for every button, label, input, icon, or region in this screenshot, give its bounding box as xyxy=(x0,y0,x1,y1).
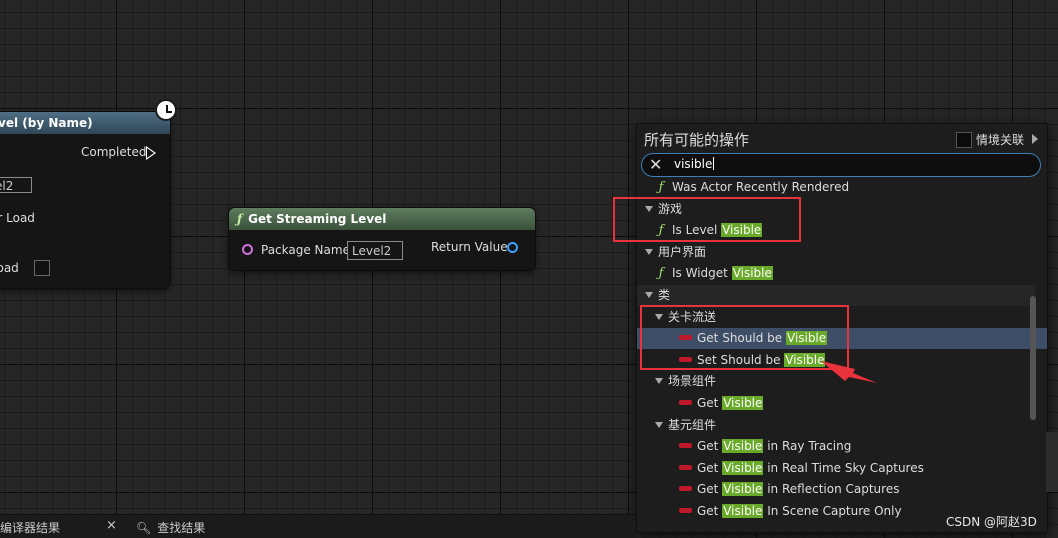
make-visible-after-load-label: er Load xyxy=(0,211,35,225)
expand-triangle-icon[interactable] xyxy=(655,378,663,385)
context-arrow-icon[interactable] xyxy=(1032,134,1038,144)
node-title: Get Streaming Level xyxy=(248,212,387,226)
block-on-load-checkbox[interactable] xyxy=(34,260,50,276)
search-highlight: Visible xyxy=(722,439,764,454)
annotation-box-game xyxy=(613,197,801,242)
annotation-arrow-icon xyxy=(821,361,877,383)
item-label: Get xyxy=(697,396,723,410)
list-scrollbar[interactable] xyxy=(1030,296,1036,420)
context-sensitive-label: 情境关联 xyxy=(976,133,1025,147)
search-highlight: Visible xyxy=(722,482,764,497)
return-value-pin[interactable] xyxy=(507,242,518,253)
search-icon: 🔍︎ xyxy=(136,521,152,535)
latent-clock-icon xyxy=(155,99,177,121)
side-panel-edge xyxy=(1046,432,1058,492)
expand-triangle-icon[interactable] xyxy=(655,421,663,428)
load-stream-level-node[interactable]: vel (by Name) Completed el2 er Load Load xyxy=(0,112,170,288)
action-item[interactable]: Get Visible in Reflection Captures xyxy=(637,479,1047,500)
search-box[interactable]: ✕ visible xyxy=(641,153,1041,177)
node-title: vel (by Name) xyxy=(0,112,170,134)
category-label: 基元组件 xyxy=(668,417,717,432)
category-label: 类 xyxy=(658,288,671,302)
variable-pin-icon xyxy=(679,508,692,513)
completed-pin-label: Completed xyxy=(81,145,147,159)
context-sensitive-checkbox[interactable] xyxy=(956,132,972,148)
watermark: CSDN @阿赵3D xyxy=(946,515,1037,529)
package-name-input[interactable]: Level2 xyxy=(347,241,403,260)
palette-title: 所有可能的操作 xyxy=(644,131,750,149)
category-row[interactable]: 类 xyxy=(637,285,1035,306)
node-title-row: ƒ Get Streaming Level xyxy=(229,208,535,230)
clear-search-icon[interactable]: ✕ xyxy=(649,155,662,175)
variable-pin-icon xyxy=(679,443,692,449)
close-tab-icon[interactable]: × xyxy=(106,518,117,533)
tab-compiler-results[interactable]: 编译器结果 xyxy=(0,519,60,536)
search-highlight: Visible xyxy=(731,266,773,281)
variable-pin-icon xyxy=(679,486,692,492)
action-item[interactable]: Get Visible in Real Time Sky Captures xyxy=(637,458,1047,479)
item-label: Is Widget xyxy=(672,266,732,281)
item-label: Get xyxy=(697,504,723,518)
return-value-label: Return Value xyxy=(431,240,508,254)
action-item[interactable]: Get Visible xyxy=(637,393,1047,414)
function-icon: ƒ xyxy=(658,266,664,282)
category-row[interactable]: 基元组件 xyxy=(637,415,1045,436)
level-name-input[interactable]: el2 xyxy=(0,177,32,193)
function-icon: ƒ xyxy=(237,212,243,226)
category-label: 用户界面 xyxy=(658,244,707,259)
search-highlight: Visible xyxy=(722,396,764,410)
item-label-suffix: in Ray Tracing xyxy=(763,439,852,454)
item-label-suffix: in Reflection Captures xyxy=(763,482,900,497)
search-highlight: Visible xyxy=(722,504,764,518)
get-streaming-level-node[interactable]: ƒ Get Streaming Level Package Name Level2… xyxy=(229,208,535,270)
function-icon: ƒ xyxy=(658,180,664,195)
package-name-label: Package Name xyxy=(261,243,350,257)
item-label: Get xyxy=(697,482,723,497)
expand-triangle-icon[interactable] xyxy=(645,292,653,298)
category-label: 场景组件 xyxy=(668,374,717,389)
variable-pin-icon xyxy=(679,464,692,470)
item-label-suffix: In Scene Capture Only xyxy=(763,504,902,518)
completed-exec-pin[interactable] xyxy=(146,146,156,160)
item-label: Get xyxy=(697,460,723,475)
should-block-on-load-label: Load xyxy=(0,261,19,275)
item-label-suffix: in Real Time Sky Captures xyxy=(763,460,924,475)
package-name-pin[interactable] xyxy=(242,244,253,255)
search-input[interactable]: visible xyxy=(674,157,715,171)
variable-pin-icon xyxy=(679,400,692,405)
action-item[interactable]: ƒ Is Widget Visible xyxy=(637,263,1045,284)
category-row[interactable]: 用户界面 xyxy=(637,242,1035,263)
action-item[interactable]: Get Visible in Ray Tracing xyxy=(637,436,1047,457)
find-results-label: 查找结果 xyxy=(157,521,206,535)
bottom-tab-bar: 编译器结果 × 🔍︎ 查找结果 xyxy=(0,514,636,538)
item-label: Was Actor Recently Rendered xyxy=(672,180,850,194)
tab-find-results[interactable]: 🔍︎ 查找结果 xyxy=(136,519,205,536)
search-highlight: Visible xyxy=(722,460,764,475)
item-label: Get xyxy=(697,439,723,454)
action-item[interactable]: ƒ Was Actor Recently Rendered xyxy=(637,177,1045,198)
expand-triangle-icon[interactable] xyxy=(645,248,653,255)
